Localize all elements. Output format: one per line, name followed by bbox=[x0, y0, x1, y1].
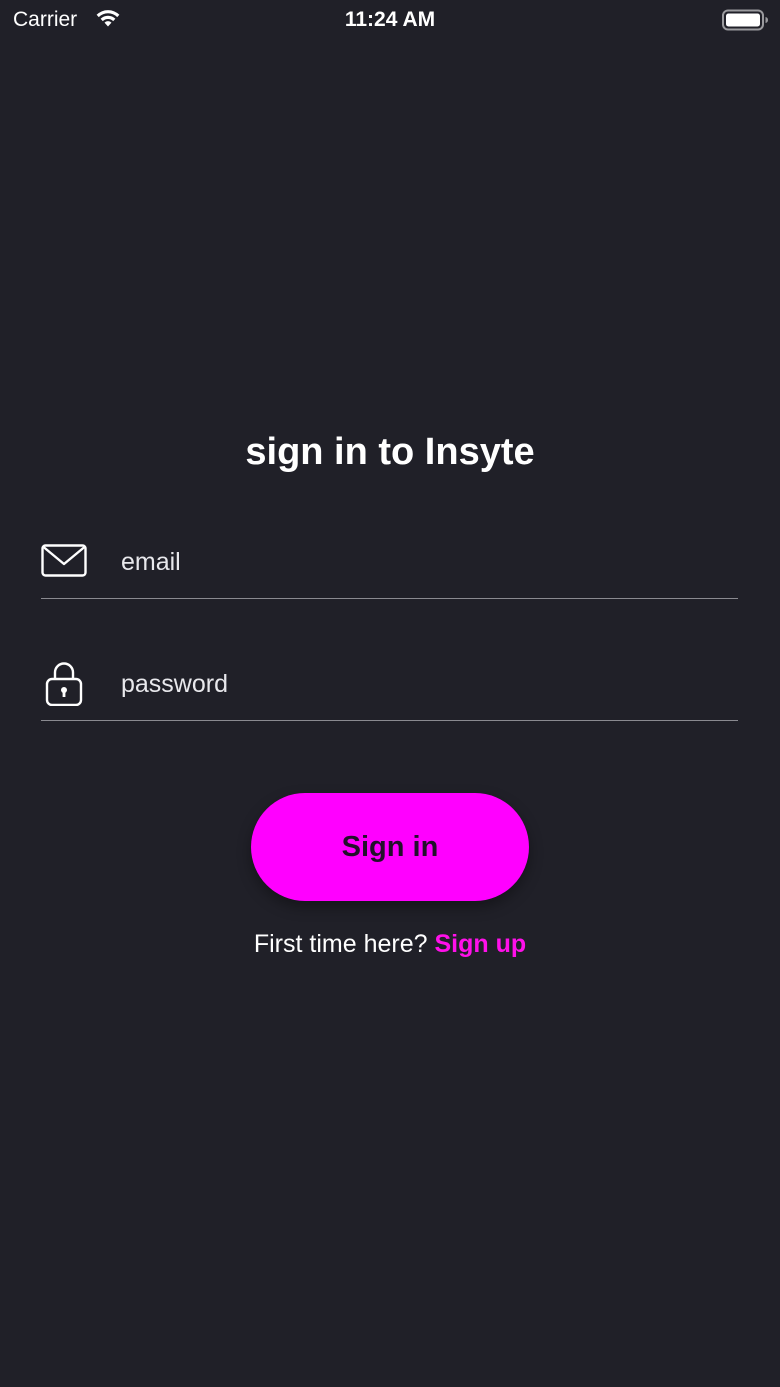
sign-in-button[interactable]: Sign in bbox=[251, 793, 529, 901]
lock-icon bbox=[45, 662, 83, 706]
sign-up-link[interactable]: Sign up bbox=[434, 930, 526, 958]
envelope-icon bbox=[41, 544, 87, 577]
email-field-row bbox=[41, 532, 738, 599]
signup-prompt-text: First time here? bbox=[253, 930, 428, 958]
status-bar: Carrier 11:24 AM bbox=[0, 0, 780, 40]
page-title: sign in to Insyte bbox=[245, 431, 535, 473]
signup-prompt: First time here? Sign up bbox=[0, 926, 780, 962]
battery-icon bbox=[722, 9, 768, 31]
email-input[interactable] bbox=[121, 542, 721, 582]
password-input[interactable] bbox=[121, 664, 721, 704]
password-field-row bbox=[41, 654, 738, 721]
sign-in-screen: Carrier 11:24 AM sign in to Insyte Sign bbox=[0, 0, 780, 1387]
status-time: 11:24 AM bbox=[344, 8, 436, 31]
